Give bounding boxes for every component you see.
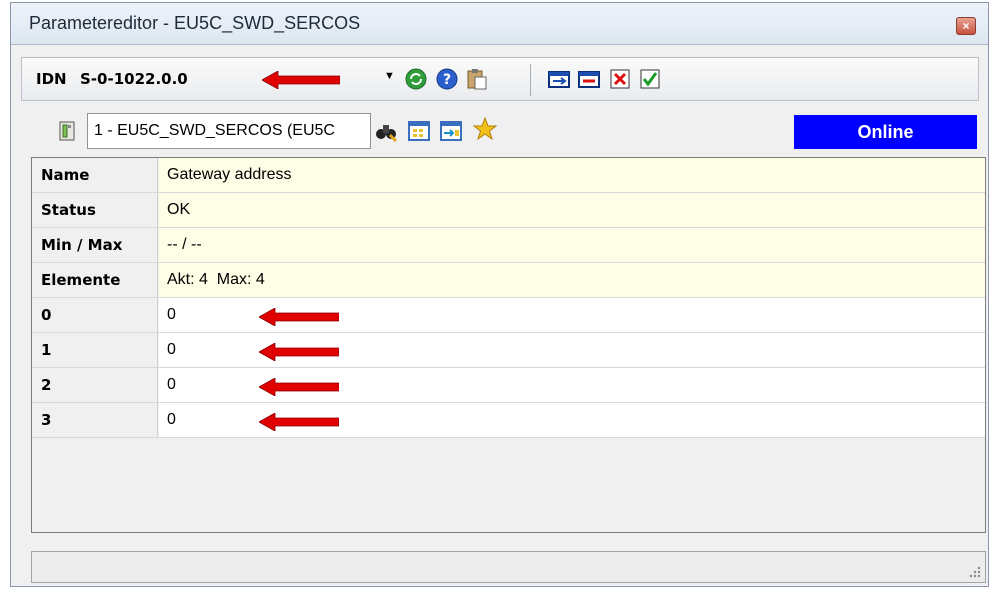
add-parameter-icon[interactable] bbox=[547, 67, 571, 91]
annotation-arrow bbox=[259, 378, 339, 396]
toolbar-separator bbox=[530, 64, 531, 96]
row-key: Name bbox=[32, 158, 158, 192]
row-key: Min / Max bbox=[32, 228, 158, 262]
param-row-name: Name Gateway address bbox=[32, 158, 985, 193]
element-row[interactable]: 0 0 bbox=[32, 298, 985, 333]
element-index: 2 bbox=[32, 368, 158, 402]
device-select[interactable]: 1 - EU5C_SWD_SERCOS (EU5C bbox=[87, 113, 371, 149]
parametereditor-window: Parametereditor - EU5C_SWD_SERCOS × IDN … bbox=[10, 2, 989, 587]
close-button[interactable]: × bbox=[956, 17, 976, 35]
accept-icon[interactable] bbox=[638, 67, 662, 91]
element-index: 1 bbox=[32, 333, 158, 367]
import-icon[interactable] bbox=[439, 119, 463, 143]
row-key: Status bbox=[32, 193, 158, 227]
refresh-icon[interactable] bbox=[404, 67, 428, 91]
parameter-grid: Name Gateway address Status OK Min / Max… bbox=[31, 157, 986, 533]
annotation-arrow bbox=[259, 343, 339, 361]
element-index: 0 bbox=[32, 298, 158, 332]
resize-grip-icon[interactable] bbox=[967, 564, 981, 578]
remove-parameter-icon[interactable] bbox=[577, 67, 601, 91]
title-bar: Parametereditor - EU5C_SWD_SERCOS × bbox=[11, 3, 988, 45]
row-value: OK bbox=[159, 193, 985, 227]
row-value: Akt: 4 Max: 4 bbox=[159, 263, 985, 297]
delete-icon[interactable] bbox=[608, 67, 632, 91]
row-key: Elemente bbox=[32, 263, 158, 297]
element-index: 3 bbox=[32, 403, 158, 437]
list-icon[interactable] bbox=[407, 119, 431, 143]
row-value: -- / -- bbox=[159, 228, 985, 262]
row-value: Gateway address bbox=[159, 158, 985, 192]
element-row[interactable]: 2 0 bbox=[32, 368, 985, 403]
help-icon[interactable]: ? bbox=[435, 67, 459, 91]
param-row-minmax: Min / Max -- / -- bbox=[32, 228, 985, 263]
svg-text:?: ? bbox=[443, 72, 451, 88]
idn-dropdown-arrow[interactable]: ▼ bbox=[384, 70, 395, 82]
star-icon[interactable] bbox=[473, 117, 497, 141]
binoculars-icon[interactable] bbox=[374, 119, 398, 143]
annotation-arrow bbox=[259, 308, 339, 326]
idn-label: IDN bbox=[36, 70, 67, 88]
element-row[interactable]: 3 0 bbox=[32, 403, 985, 438]
device-icon bbox=[59, 121, 75, 141]
status-bar bbox=[31, 551, 986, 583]
paste-icon[interactable] bbox=[465, 67, 489, 91]
window-title: Parametereditor - EU5C_SWD_SERCOS bbox=[29, 13, 361, 33]
idn-toolbar: IDN S-0-1022.0.0 ▼ ? bbox=[21, 57, 979, 101]
element-row[interactable]: 1 0 bbox=[32, 333, 985, 368]
device-toolbar: 1 - EU5C_SWD_SERCOS (EU5C Online bbox=[21, 107, 979, 155]
annotation-arrow bbox=[259, 413, 339, 431]
param-row-elemente: Elemente Akt: 4 Max: 4 bbox=[32, 263, 985, 298]
idn-input[interactable]: S-0-1022.0.0 bbox=[80, 70, 188, 88]
connection-status: Online bbox=[794, 115, 977, 149]
annotation-arrow bbox=[262, 71, 340, 89]
param-row-status: Status OK bbox=[32, 193, 985, 228]
